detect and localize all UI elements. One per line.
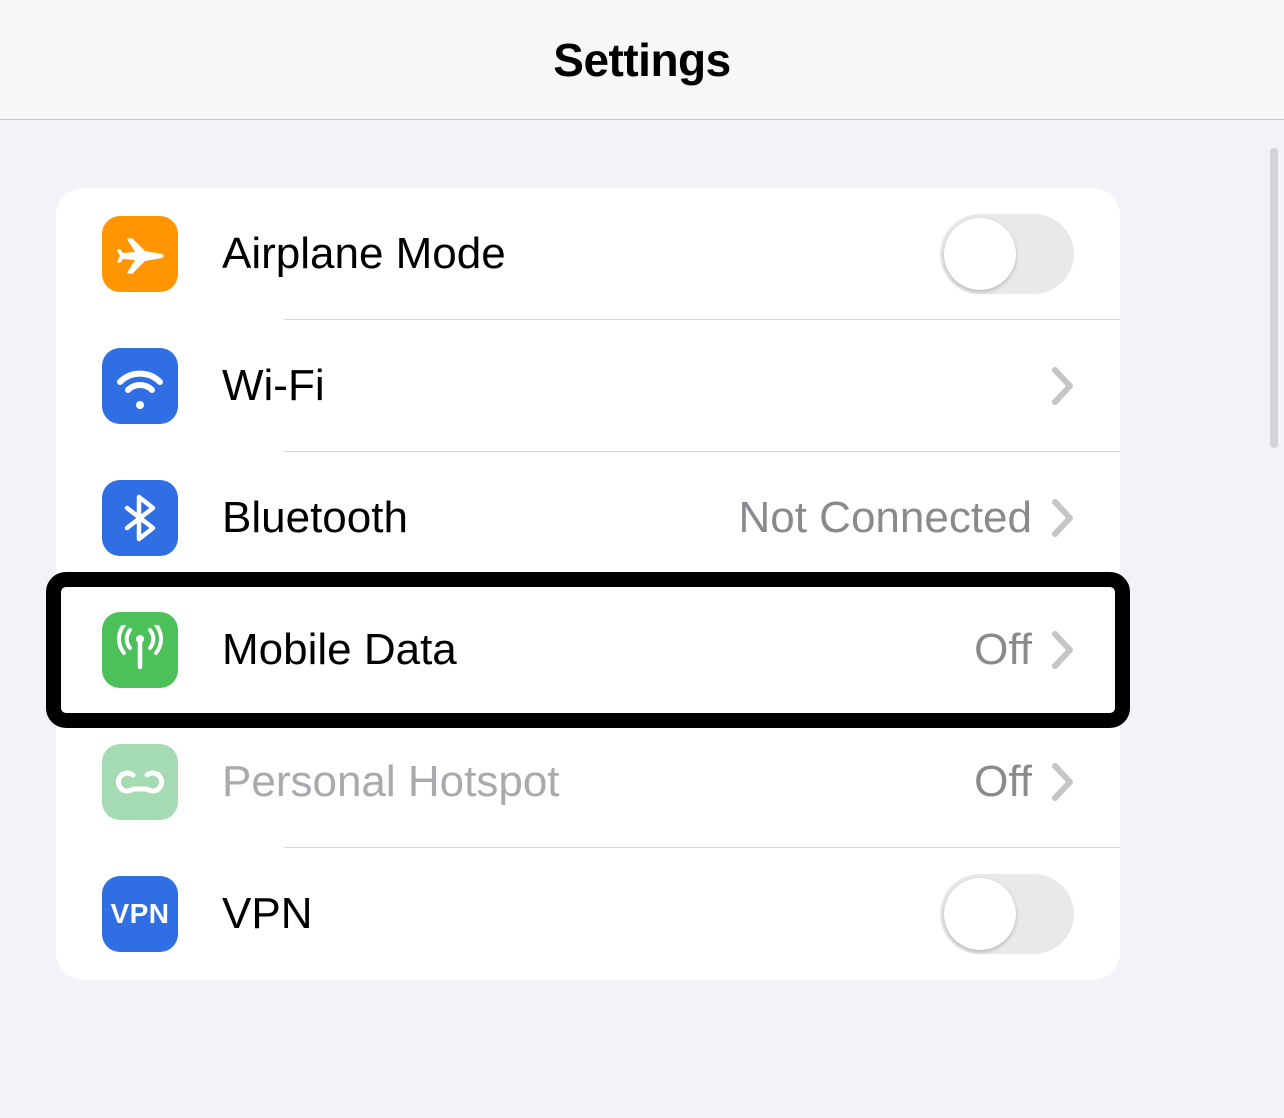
row-airplane-mode: Airplane Mode	[56, 188, 1120, 320]
vpn-icon: VPN	[102, 876, 178, 952]
vpn-toggle[interactable]	[940, 874, 1074, 954]
chevron-right-icon	[1052, 499, 1074, 537]
chevron-right-icon	[1052, 763, 1074, 801]
vpn-badge-text: VPN	[110, 898, 169, 930]
settings-group: Airplane Mode Wi-Fi	[56, 188, 1120, 980]
bluetooth-icon	[102, 480, 178, 556]
row-personal-hotspot[interactable]: Personal Hotspot Off	[56, 716, 1120, 848]
wifi-icon	[102, 348, 178, 424]
chevron-right-icon	[1052, 367, 1074, 405]
row-bluetooth[interactable]: Bluetooth Not Connected	[56, 452, 1120, 584]
row-vpn: VPN VPN	[56, 848, 1120, 980]
bluetooth-label: Bluetooth	[222, 493, 738, 543]
airplane-toggle[interactable]	[940, 214, 1074, 294]
mobile-data-icon	[102, 612, 178, 688]
hotspot-icon	[102, 744, 178, 820]
wifi-label: Wi-Fi	[222, 361, 1052, 411]
chevron-right-icon	[1052, 631, 1074, 669]
row-wifi[interactable]: Wi-Fi	[56, 320, 1120, 452]
page-title: Settings	[553, 33, 730, 87]
nav-bar: Settings	[0, 0, 1284, 120]
row-mobile-data[interactable]: Mobile Data Off	[56, 584, 1120, 716]
bluetooth-detail: Not Connected	[738, 493, 1032, 543]
airplane-label: Airplane Mode	[222, 229, 940, 279]
scrollbar[interactable]	[1270, 148, 1278, 448]
airplane-icon	[102, 216, 178, 292]
mobile-data-label: Mobile Data	[222, 625, 974, 675]
hotspot-label: Personal Hotspot	[222, 757, 974, 807]
mobile-data-detail: Off	[974, 625, 1032, 675]
vpn-label: VPN	[222, 889, 940, 939]
content-area: Airplane Mode Wi-Fi	[0, 120, 1284, 1118]
hotspot-detail: Off	[974, 757, 1032, 807]
